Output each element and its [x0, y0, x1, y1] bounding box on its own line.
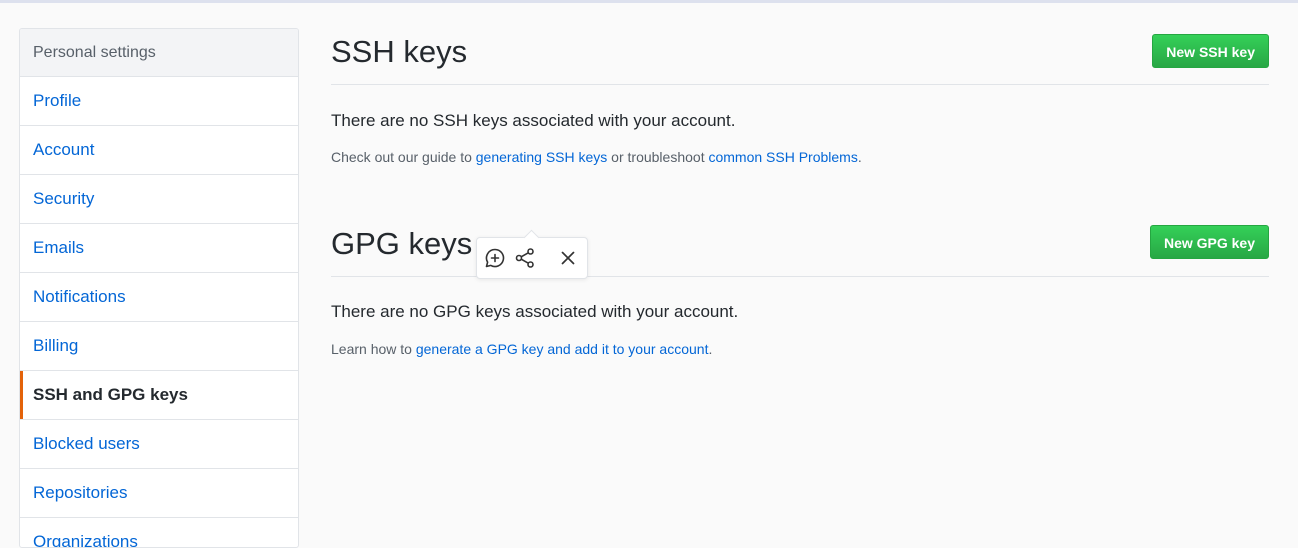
ssh-keys-section: SSH keys New SSH key There are no SSH ke…: [331, 32, 1269, 172]
ssh-help-suffix: .: [857, 149, 862, 165]
top-border: [0, 0, 1298, 3]
sidebar-item-repositories[interactable]: Repositories: [20, 469, 298, 518]
generate-gpg-key-link[interactable]: generate a GPG key and add it to your ac…: [416, 341, 709, 357]
ssh-help-prefix: Check out our guide to: [331, 149, 476, 165]
gpg-divider: [331, 276, 1269, 277]
close-icon[interactable]: [556, 246, 580, 270]
gpg-empty-message: There are no GPG keys associated with yo…: [331, 302, 739, 321]
ssh-help-mid: or troubleshoot: [607, 149, 709, 165]
new-gpg-key-button[interactable]: New GPG key: [1149, 225, 1269, 259]
sidebar-item-blocked-users[interactable]: Blocked users: [20, 420, 298, 469]
ssh-empty-message: There are no SSH keys associated with yo…: [331, 111, 736, 130]
gpg-help-text: Learn how to generate a GPG key and add …: [331, 341, 712, 357]
gpg-keys-section: GPG keys New GPG key There are no GPG ke…: [331, 224, 1269, 364]
common-ssh-problems-link[interactable]: common SSH Problems: [708, 149, 857, 165]
sidebar-item-emails[interactable]: Emails: [20, 224, 298, 273]
gpg-help-suffix: .: [708, 341, 713, 357]
sidebar-item-ssh-gpg-keys[interactable]: SSH and GPG keys: [20, 371, 298, 420]
sidebar-item-notifications[interactable]: Notifications: [20, 273, 298, 322]
generating-ssh-keys-link[interactable]: generating SSH keys: [476, 149, 608, 165]
selection-popup-toolbar: [476, 229, 588, 279]
sidebar-item-security[interactable]: Security: [20, 175, 298, 224]
new-ssh-key-button[interactable]: New SSH key: [1152, 34, 1269, 68]
sidebar-item-profile[interactable]: Profile: [20, 77, 298, 126]
sidebar-header: Personal settings: [20, 29, 298, 77]
gpg-keys-title: GPG keys: [331, 226, 473, 261]
ssh-help-text: Check out our guide to generating SSH ke…: [331, 149, 862, 165]
sidebar-item-billing[interactable]: Billing: [20, 322, 298, 371]
gpg-help-prefix: Learn how to: [331, 341, 416, 357]
share-icon[interactable]: [513, 246, 537, 270]
ssh-keys-title: SSH keys: [331, 34, 468, 69]
sidebar-item-organizations[interactable]: Organizations: [20, 518, 298, 547]
settings-sidebar: Personal settings Profile Account Securi…: [19, 28, 299, 548]
add-comment-icon[interactable]: [483, 246, 507, 270]
sidebar-item-account[interactable]: Account: [20, 126, 298, 175]
ssh-divider: [331, 84, 1269, 85]
